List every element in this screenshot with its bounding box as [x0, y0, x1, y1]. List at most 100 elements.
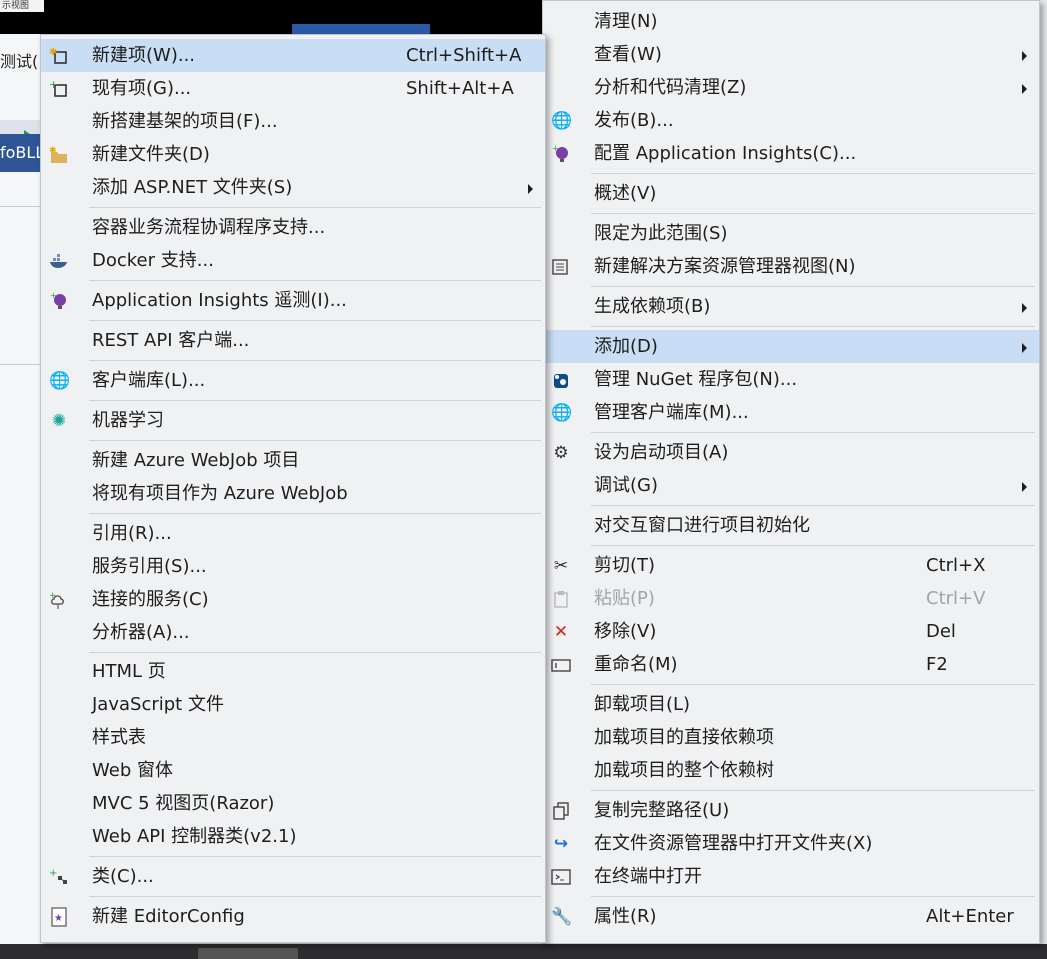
menu-item-label: Web API 控制器类(v2.1) — [92, 826, 297, 847]
menu-item-paste[interactable]: 粘贴(P) Ctrl+V — [543, 582, 1039, 615]
menu-item-analyzer[interactable]: 分析器(A)... — [41, 616, 545, 649]
menu-item-javascript-file[interactable]: JavaScript 文件 — [41, 688, 545, 721]
menu-item-label: 设为启动项目(A) — [594, 442, 729, 463]
menu-item-new-azure-webjob[interactable]: 新建 Azure WebJob 项目 — [41, 444, 545, 477]
menu-item-label: 分析器(A)... — [92, 622, 190, 643]
menu-item-label: 概述(V) — [594, 183, 657, 204]
menu-item-label: 属性(R) — [594, 906, 657, 927]
menu-item-new-editorconfig[interactable]: ★ 新建 EditorConfig — [41, 900, 545, 933]
menu-item-label: 分析和代码清理(Z) — [594, 77, 747, 98]
menu-item-label: 粘贴(P) — [594, 588, 655, 609]
menu-item-debug[interactable]: 调试(G) — [543, 469, 1039, 502]
menu-item-open-in-explorer[interactable]: ↪ 在文件资源管理器中打开文件夹(X) — [543, 827, 1039, 860]
divider — [0, 206, 42, 207]
menu-item-label: 在文件资源管理器中打开文件夹(X) — [594, 833, 873, 854]
menu-item-label: 加载项目的直接依赖项 — [594, 727, 774, 748]
menu-item-scaffolded-item[interactable]: 新搭建基架的项目(F)... — [41, 105, 545, 138]
menu-item-cut[interactable]: ✂ 剪切(T) Ctrl+X — [543, 549, 1039, 582]
menu-separator — [543, 502, 1039, 509]
svg-text:✱: ✱ — [49, 47, 57, 58]
menu-item-remove[interactable]: ✕ 移除(V) Del — [543, 615, 1039, 648]
menu-item-new-solution-view[interactable]: 新建解决方案资源管理器视图(N) — [543, 250, 1039, 283]
menu-item-publish[interactable]: 🌐 发布(B)... — [543, 104, 1039, 137]
menu-item-manage-client-libs[interactable]: 🌐 管理客户端库(M)... — [543, 396, 1039, 429]
chevron-right-icon — [1022, 343, 1027, 353]
new-view-icon — [551, 257, 571, 277]
menu-item-unload-project[interactable]: 卸载项目(L) — [543, 688, 1039, 721]
menu-item-stylesheet[interactable]: 样式表 — [41, 721, 545, 754]
svg-text:+: + — [50, 291, 57, 300]
menu-item-add[interactable]: 添加(D) — [543, 330, 1039, 363]
menu-item-load-direct-deps[interactable]: 加载项目的直接依赖项 — [543, 721, 1039, 754]
menu-item-label: 新建文件夹(D) — [92, 144, 210, 165]
menu-separator — [41, 649, 545, 656]
menu-item-manage-nuget[interactable]: 管理 NuGet 程序包(N)... — [543, 363, 1039, 396]
nuget-icon — [551, 370, 571, 390]
menu-item-clean[interactable]: 清理(N) — [543, 5, 1039, 38]
menu-item-label: 移除(V) — [594, 621, 657, 642]
menu-item-build-dependencies[interactable]: 生成依赖项(B) — [543, 290, 1039, 323]
menu-item-label: 生成依赖项(B) — [594, 296, 711, 317]
menu-item-label: 管理客户端库(M)... — [594, 402, 749, 423]
menu-item-properties[interactable]: 🔧 属性(R) Alt+Enter — [543, 900, 1039, 933]
chevron-right-icon — [1022, 482, 1027, 492]
menu-item-html-page[interactable]: HTML 页 — [41, 656, 545, 688]
gear-icon: ⚙ — [553, 443, 569, 463]
menu-item-webapi-controller[interactable]: Web API 控制器类(v2.1) — [41, 820, 545, 853]
menu-item-app-insights-telemetry[interactable]: + Application Insights 遥测(I)... — [41, 284, 545, 317]
wrench-icon: 🔧 — [551, 907, 573, 927]
app-insights-icon: + — [551, 144, 571, 164]
menu-item-label: 客户端库(L)... — [92, 370, 206, 391]
menu-item-existing-as-webjob[interactable]: 将现有项目作为 Azure WebJob — [41, 477, 545, 510]
menu-item-rename[interactable]: 重命名(M) F2 — [543, 648, 1039, 681]
menu-item-docker-support[interactable]: Docker 支持... — [41, 244, 545, 277]
new-folder-icon: ✱ — [49, 145, 69, 165]
menu-item-new-item[interactable]: ✱ 新建项(W)... Ctrl+Shift+A — [41, 39, 545, 72]
menu-item-analyze-cleanup[interactable]: 分析和代码清理(Z) — [543, 71, 1039, 104]
menu-item-add-aspnet-folder[interactable]: 添加 ASP.NET 文件夹(S) — [41, 171, 545, 204]
menu-separator — [543, 170, 1039, 177]
menu-item-label: 引用(R)... — [92, 523, 172, 544]
menu-item-overview[interactable]: 概述(V) — [543, 177, 1039, 210]
new-item-icon: ✱ — [49, 46, 69, 66]
menu-item-label: 现有项(G)... — [92, 78, 192, 99]
chevron-right-icon — [1022, 84, 1027, 94]
svg-text:✱: ✱ — [49, 146, 57, 156]
menu-item-machine-learning[interactable]: ✺ 机器学习 — [41, 404, 545, 437]
connected-service-icon: + — [49, 590, 69, 610]
menu-item-label: Web 窗体 — [92, 760, 173, 781]
menu-item-label: 机器学习 — [92, 410, 164, 431]
menu-item-config-app-insights[interactable]: + 配置 Application Insights(C)... — [543, 137, 1039, 170]
menu-item-client-library[interactable]: 🌐 客户端库(L)... — [41, 364, 545, 397]
menu-separator — [543, 681, 1039, 688]
menu-item-label: 新建解决方案资源管理器视图(N) — [594, 256, 856, 277]
project-tab[interactable]: foBLL — [0, 134, 42, 172]
menu-item-reference[interactable]: 引用(R)... — [41, 517, 545, 550]
menu-item-label: 发布(B)... — [594, 110, 674, 131]
menu-separator — [41, 437, 545, 444]
menu-item-init-interactive[interactable]: 对交互窗口进行项目初始化 — [543, 509, 1039, 542]
menu-item-set-startup[interactable]: ⚙ 设为启动项目(A) — [543, 436, 1039, 469]
chevron-right-icon — [1022, 51, 1027, 61]
menu-item-web-form[interactable]: Web 窗体 — [41, 754, 545, 787]
menu-item-service-reference[interactable]: 服务引用(S)... — [41, 550, 545, 583]
menu-item-copy-path[interactable]: 复制完整路径(U) — [543, 794, 1039, 827]
menu-item-rest-api-client[interactable]: REST API 客户端... — [41, 324, 545, 357]
status-segment — [198, 948, 298, 959]
menu-item-shortcut: Ctrl+Shift+A — [406, 45, 522, 66]
menu-item-shortcut: Ctrl+V — [926, 588, 986, 609]
menu-item-orchestrator-support[interactable]: 容器业务流程协调程序支持... — [41, 211, 545, 244]
menu-item-existing-item[interactable]: + 现有项(G)... Shift+Alt+A — [41, 72, 545, 105]
menu-item-mvc5-view[interactable]: MVC 5 视图页(Razor) — [41, 787, 545, 820]
menu-item-load-dep-tree[interactable]: 加载项目的整个依赖树 — [543, 754, 1039, 787]
menu-item-open-in-terminal[interactable]: 在终端中打开 — [543, 860, 1039, 893]
menu-item-scope-to-this[interactable]: 限定为此范围(S) — [543, 217, 1039, 250]
menu-item-view[interactable]: 查看(W) — [543, 38, 1039, 71]
menu-item-new-folder[interactable]: ✱ 新建文件夹(D) — [41, 138, 545, 171]
menu-item-label: MVC 5 视图页(Razor) — [92, 793, 275, 814]
menu-item-shortcut: Shift+Alt+A — [406, 78, 514, 99]
menu-item-label: 容器业务流程协调程序支持... — [92, 217, 326, 238]
copy-icon — [551, 801, 571, 821]
menu-item-connected-service[interactable]: + 连接的服务(C) — [41, 583, 545, 616]
menu-item-class[interactable]: + 类(C)... — [41, 860, 545, 893]
